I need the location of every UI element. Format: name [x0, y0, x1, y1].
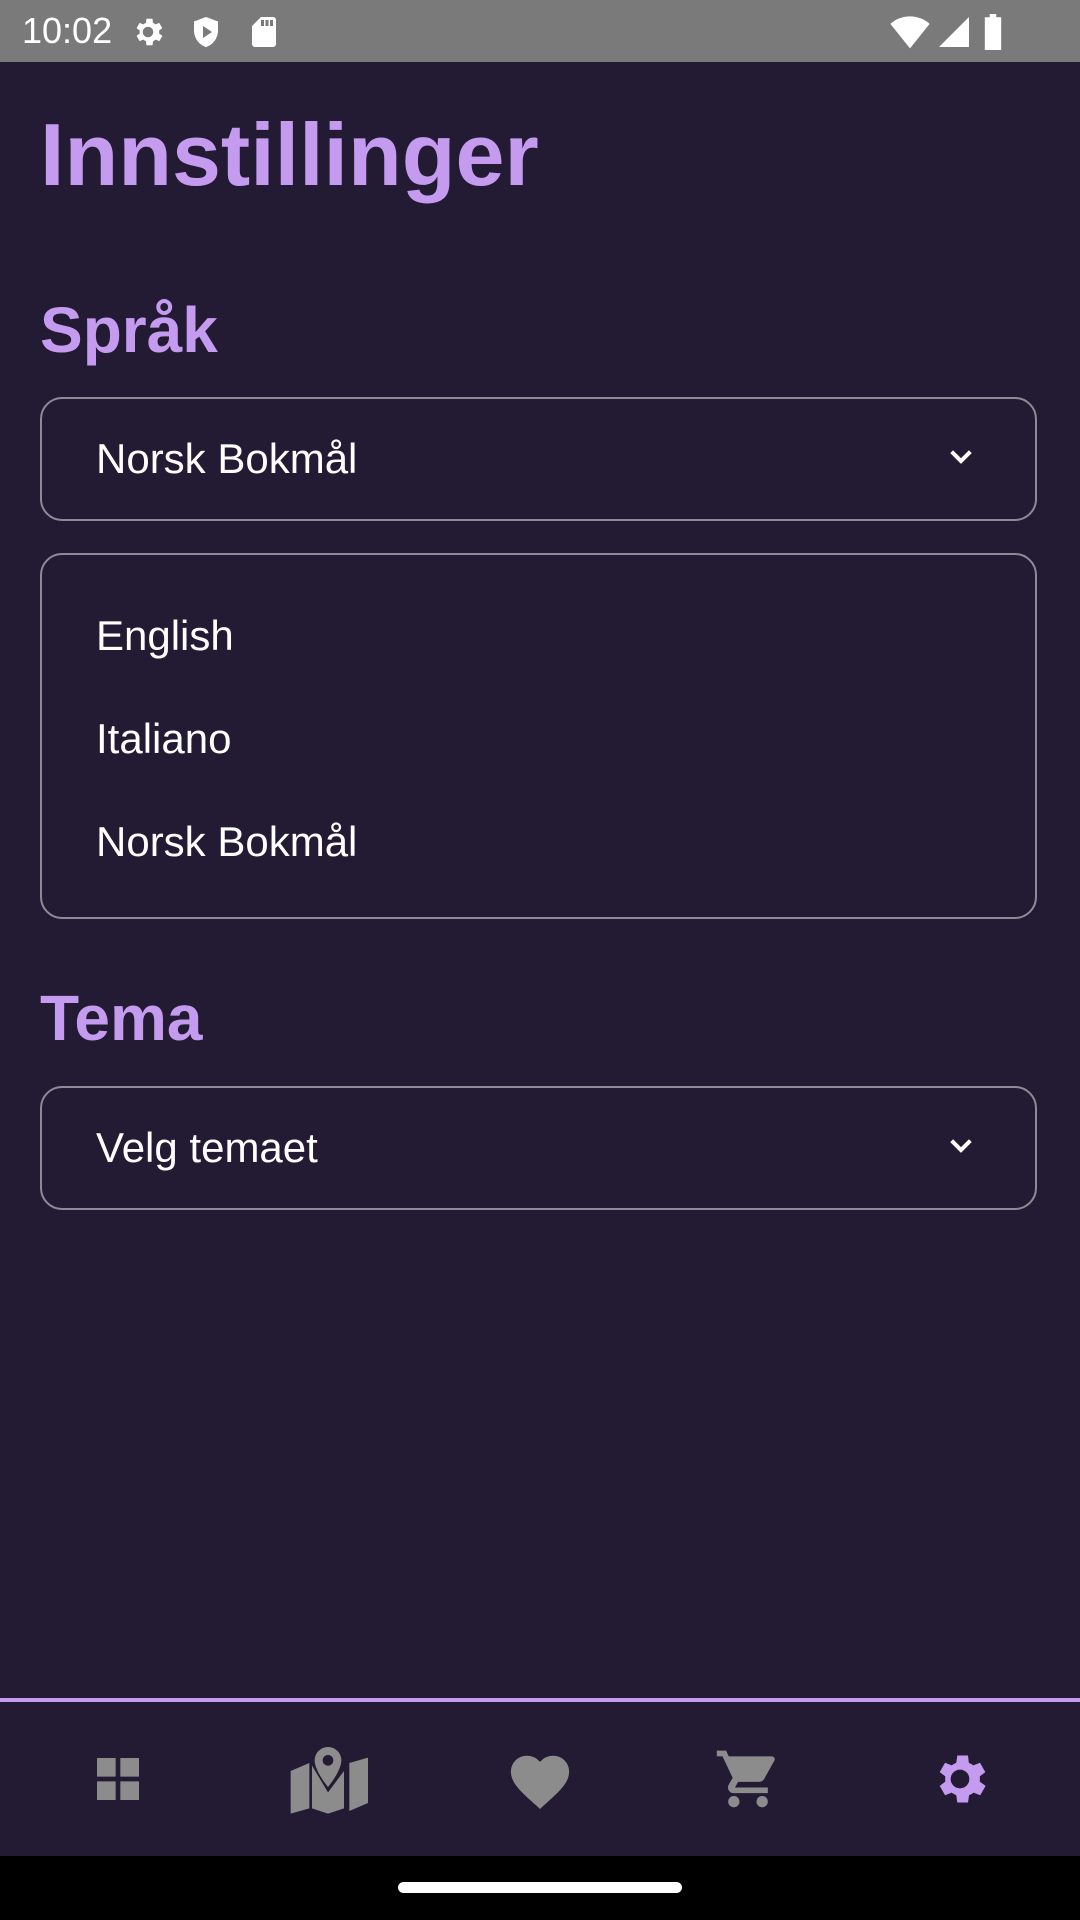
nav-item-dashboard[interactable] — [10, 1702, 226, 1856]
system-gesture-area — [0, 1856, 1080, 1920]
map-icon — [288, 1743, 368, 1815]
nav-item-map[interactable] — [220, 1702, 436, 1856]
dashboard-icon — [90, 1751, 146, 1807]
status-time: 10:02 — [22, 10, 113, 51]
settings-icon — [928, 1747, 992, 1811]
nav-item-favorites[interactable] — [432, 1702, 648, 1856]
chevron-down-icon — [945, 1130, 977, 1162]
chevron-down-icon — [945, 441, 977, 473]
battery-icon — [982, 14, 1006, 50]
home-gesture-handle[interactable] — [398, 1882, 682, 1893]
cart-icon — [714, 1745, 782, 1813]
gear-icon — [130, 14, 166, 50]
language-option-italiano[interactable]: Italiano — [96, 694, 976, 784]
language-options-menu: English Italiano Norsk Bokmål — [40, 553, 1037, 919]
sd-card-icon — [246, 14, 282, 50]
nav-item-cart[interactable] — [640, 1702, 856, 1856]
theme-dropdown[interactable]: Velg temaet — [40, 1086, 1037, 1210]
language-dropdown[interactable]: Norsk Bokmål — [40, 397, 1037, 521]
status-bar: 10:02 — [0, 0, 1080, 62]
settings-screen: 10:02 Innstillinger Språk Norsk Bokmål E… — [0, 0, 1080, 1920]
heart-icon — [504, 1747, 576, 1811]
shield-icon — [188, 14, 224, 50]
wifi-icon — [890, 14, 930, 50]
signal-icon — [936, 14, 972, 50]
language-option-english[interactable]: English — [96, 591, 976, 681]
nav-item-settings[interactable] — [852, 1702, 1068, 1856]
language-option-norsk-bokmal[interactable]: Norsk Bokmål — [96, 797, 976, 887]
page-title: Innstillinger — [40, 105, 539, 204]
theme-dropdown-placeholder: Velg temaet — [96, 1124, 318, 1171]
theme-section-title: Tema — [40, 982, 203, 1054]
language-section-title: Språk — [40, 294, 218, 366]
language-dropdown-value: Norsk Bokmål — [96, 435, 358, 482]
bottom-navigation — [0, 1698, 1080, 1856]
